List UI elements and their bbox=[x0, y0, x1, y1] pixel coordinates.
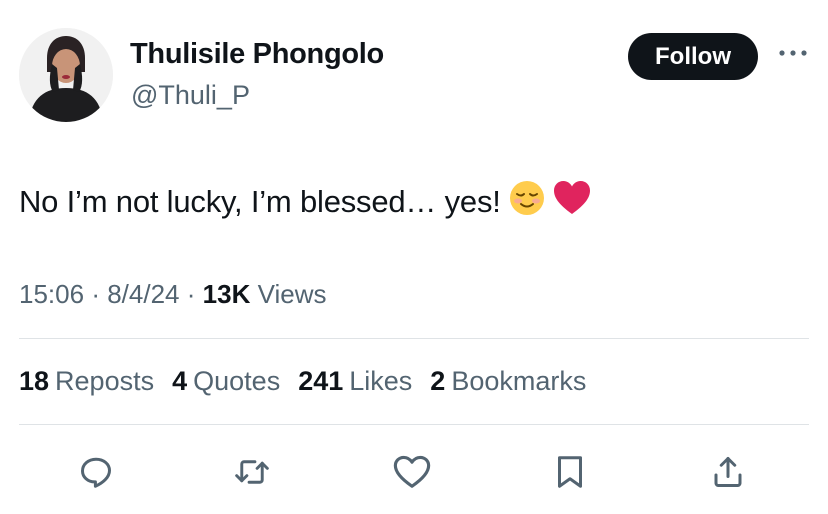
meta-separator: · bbox=[91, 279, 100, 309]
avatar[interactable] bbox=[19, 28, 113, 122]
divider bbox=[19, 424, 809, 425]
reposts-count: 18 bbox=[19, 366, 50, 396]
reposts-stat[interactable]: 18 Reposts bbox=[19, 366, 154, 397]
red-heart-emoji bbox=[553, 180, 591, 224]
likes-stat[interactable]: 241 Likes bbox=[298, 366, 412, 397]
meta-separator: · bbox=[186, 279, 196, 309]
likes-label: Likes bbox=[349, 366, 413, 396]
tweet-text: No I’m not lucky, I’m blessed… yes! bbox=[19, 180, 591, 224]
bookmark-icon[interactable] bbox=[546, 448, 594, 496]
engagement-stats: 18 Reposts 4 Quotes 241 Likes 2 Bookmarks bbox=[19, 366, 586, 397]
tweet-date[interactable]: 8/4/24 bbox=[107, 279, 179, 309]
follow-button[interactable]: Follow bbox=[628, 33, 758, 80]
bookmarks-count: 2 bbox=[430, 366, 446, 396]
quotes-label: Quotes bbox=[193, 366, 281, 396]
quotes-stat[interactable]: 4 Quotes bbox=[172, 366, 280, 397]
repost-icon[interactable] bbox=[228, 448, 276, 496]
share-icon[interactable] bbox=[704, 448, 752, 496]
views-count: 13K bbox=[202, 279, 251, 309]
author-name[interactable]: Thulisile Phongolo bbox=[130, 38, 384, 71]
reposts-label: Reposts bbox=[55, 366, 155, 396]
likes-count: 241 bbox=[298, 366, 344, 396]
reply-icon[interactable] bbox=[72, 448, 120, 496]
quotes-count: 4 bbox=[172, 366, 188, 396]
tweet-body: No I’m not lucky, I’m blessed… yes! bbox=[19, 184, 501, 219]
smiling-blush-emoji bbox=[509, 180, 545, 224]
bookmarks-stat[interactable]: 2 Bookmarks bbox=[430, 366, 586, 397]
author-handle[interactable]: @Thuli_P bbox=[131, 80, 250, 111]
bookmarks-label: Bookmarks bbox=[451, 366, 587, 396]
divider bbox=[19, 338, 809, 339]
tweet-time[interactable]: 15:06 bbox=[19, 279, 84, 309]
more-options-icon[interactable] bbox=[776, 36, 810, 70]
tweet-meta: 15:06 · 8/4/24 · 13K Views bbox=[19, 279, 326, 310]
views-label: Views bbox=[257, 279, 327, 309]
like-icon[interactable] bbox=[388, 448, 436, 496]
